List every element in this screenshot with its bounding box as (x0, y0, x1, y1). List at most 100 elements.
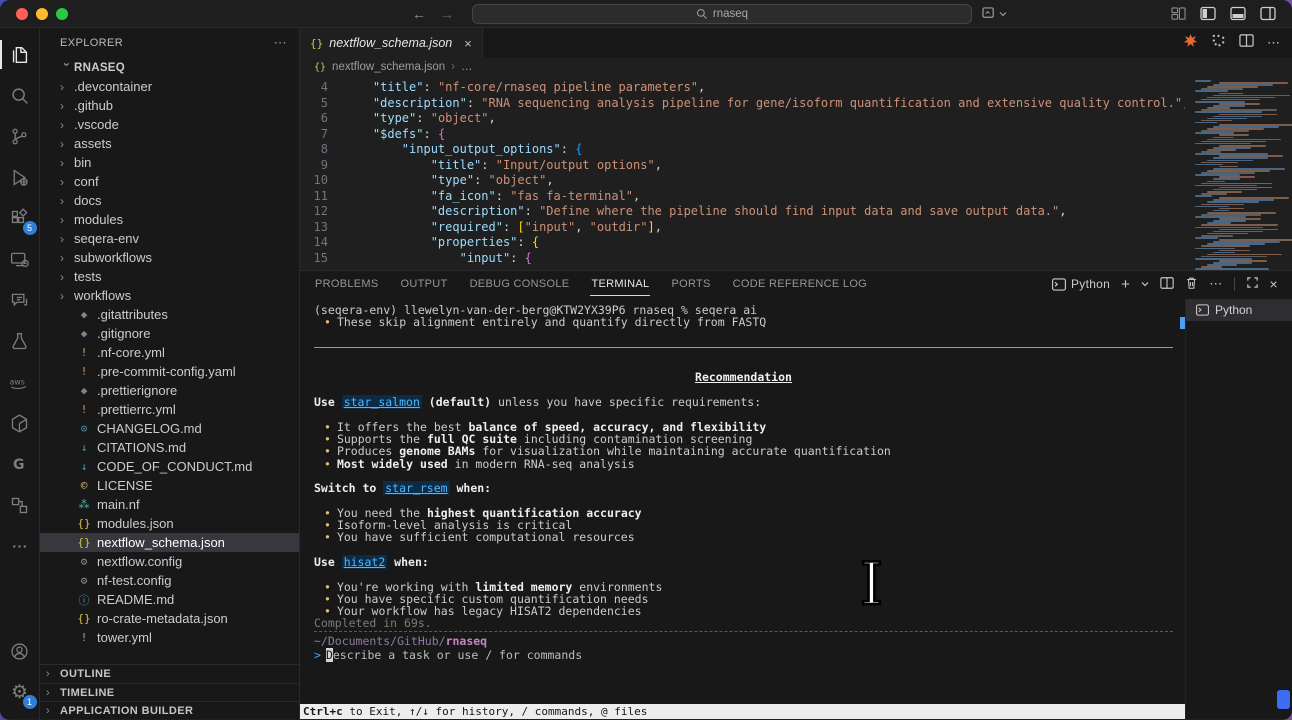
project-manager-icon[interactable] (0, 485, 40, 526)
panel-tab-code-reference-log[interactable]: CODE REFERENCE LOG (732, 273, 868, 295)
explorer-icon[interactable] (0, 34, 40, 75)
panel-tab-terminal[interactable]: TERMINAL (590, 273, 650, 296)
folder-row-tests[interactable]: ›tests (40, 267, 299, 286)
terminal-ai-input[interactable]: ~/Documents/GitHub/rnaseq >Describe a ta… (314, 631, 1173, 662)
nav-back-button[interactable]: ← (412, 6, 426, 22)
workspace-root-folder[interactable]: › RNASEQ (40, 58, 299, 77)
split-editor-icon[interactable] (1239, 33, 1254, 53)
file-row-nextflow_schema-json[interactable]: {}nextflow_schema.json (40, 533, 299, 552)
zoom-window-button[interactable] (56, 8, 68, 20)
file-row-nextflow-config[interactable]: ⚙nextflow.config (40, 552, 299, 571)
panel-tab-output[interactable]: OUTPUT (400, 273, 449, 295)
explorer-more-actions-icon[interactable]: ⋯ (274, 35, 287, 51)
terminal-list-item-python[interactable]: Python (1186, 299, 1292, 321)
more-icon[interactable] (0, 526, 40, 567)
toggle-secondary-sidebar-icon[interactable] (1260, 6, 1276, 21)
section-timeline[interactable]: ›TIMELINE (40, 683, 299, 701)
chat-icon[interactable] (0, 280, 40, 321)
file-row-tower-yml[interactable]: !tower.yml (40, 628, 299, 647)
file-row--pre-commit-config-yaml[interactable]: !.pre-commit-config.yaml (40, 362, 299, 381)
folder-row-docs[interactable]: ›docs (40, 191, 299, 210)
hexagon-icon[interactable] (0, 403, 40, 444)
file-row-main-nf[interactable]: ⁂main.nf (40, 495, 299, 514)
testing-icon[interactable] (0, 321, 40, 362)
section-application-builder[interactable]: ›APPLICATION BUILDER (40, 701, 299, 719)
aws-icon[interactable]: aws (0, 362, 40, 403)
folder-row--devcontainer[interactable]: ›.devcontainer (40, 77, 299, 96)
file-row-LICENSE[interactable]: ©LICENSE (40, 476, 299, 495)
folder-row--github[interactable]: ›.github (40, 96, 299, 115)
ai-prompt-line[interactable]: >Describe a task or use / for commands (314, 649, 1173, 661)
folder-row-conf[interactable]: ›conf (40, 172, 299, 191)
chevron-right-icon: › (60, 270, 74, 284)
folder-row-workflows[interactable]: ›workflows (40, 286, 299, 305)
folder-row-assets[interactable]: ›assets (40, 134, 299, 153)
command-center-search[interactable]: rnaseq (472, 4, 972, 24)
divider (1234, 277, 1235, 291)
file-row--prettierignore[interactable]: ◆.prettierignore (40, 381, 299, 400)
file-row-ro-crate-metadata-json[interactable]: {}ro-crate-metadata.json (40, 609, 299, 628)
file-row--gitattributes[interactable]: ◆.gitattributes (40, 305, 299, 324)
terminal-line (314, 329, 1173, 341)
kill-terminal-icon[interactable] (1185, 276, 1198, 293)
gitlens-icon[interactable]: G (0, 444, 40, 485)
file-row-modules-json[interactable]: {}modules.json (40, 514, 299, 533)
folder-row-bin[interactable]: ›bin (40, 153, 299, 172)
titlebar: ← → rnaseq (0, 0, 1292, 28)
toggle-primary-sidebar-icon[interactable] (1200, 6, 1216, 21)
new-terminal-icon[interactable]: + (1121, 276, 1130, 293)
close-tab-icon[interactable]: × (464, 36, 472, 51)
remote-explorer-icon[interactable] (0, 239, 40, 280)
toggle-panel-icon[interactable] (1230, 6, 1246, 21)
code-line: 15 "input": { (300, 251, 1185, 267)
terminal-line: •These skip alignment entirely and quant… (314, 316, 1173, 328)
file-row-nf-test-config[interactable]: ⚙nf-test.config (40, 571, 299, 590)
file-type-icon: ! (76, 346, 92, 359)
nf-core-extension-icon[interactable] (1183, 33, 1198, 53)
split-terminal-icon[interactable] (1160, 276, 1174, 293)
panel-more-actions-icon[interactable]: ⋯ (1209, 276, 1222, 292)
minimap[interactable] (1185, 76, 1292, 270)
section-outline[interactable]: ›OUTLINE (40, 665, 299, 683)
panel-tab-problems[interactable]: PROBLEMS (314, 273, 380, 295)
extensions-icon[interactable]: 5 (0, 198, 40, 239)
close-panel-icon[interactable]: × (1270, 276, 1278, 292)
organize-json-icon[interactable] (1211, 33, 1226, 53)
file-row-CHANGELOG-md[interactable]: ⊙CHANGELOG.md (40, 419, 299, 438)
folder-row-seqera-env[interactable]: ›seqera-env (40, 229, 299, 248)
terminal-line: •Most widely used in modern RNA-seq anal… (314, 458, 1173, 470)
code-editor[interactable]: 4 "title": "nf-core/rnaseq pipeline para… (300, 76, 1185, 270)
file-row-CODE_OF_CONDUCT-md[interactable]: ↓CODE_OF_CONDUCT.md (40, 457, 299, 476)
file-row-README-md[interactable]: ⓘREADME.md (40, 590, 299, 609)
customize-layout-icon[interactable] (1171, 6, 1186, 21)
run-debug-icon[interactable] (0, 157, 40, 198)
panel-tab-debug-console[interactable]: DEBUG CONSOLE (469, 273, 571, 295)
file-row-CITATIONS-md[interactable]: ↓CITATIONS.md (40, 438, 299, 457)
folder-row--vscode[interactable]: ›.vscode (40, 115, 299, 134)
terminal[interactable]: (seqera-env) llewelyn-van-der-berg@KTW2Y… (300, 297, 1185, 719)
terminal-dropdown-icon[interactable] (1141, 277, 1149, 291)
active-shell-label[interactable]: Python (1052, 277, 1110, 291)
tab-nextflow-schema[interactable]: {} nextflow_schema.json × (300, 28, 483, 58)
accounts-icon[interactable] (0, 631, 40, 672)
svg-text:aws: aws (9, 377, 24, 386)
folder-row-modules[interactable]: ›modules (40, 210, 299, 229)
panel-tab-ports[interactable]: PORTS (670, 273, 711, 295)
nav-forward-button[interactable]: → (440, 6, 454, 22)
minimize-window-button[interactable] (36, 8, 48, 20)
maximize-panel-icon[interactable] (1246, 276, 1259, 292)
terminal-line: •You have sufficient computational resou… (314, 531, 1173, 543)
breadcrumb[interactable]: {} nextflow_schema.json › … (300, 58, 1292, 76)
layout-control-button[interactable] (982, 7, 1007, 20)
close-window-button[interactable] (16, 8, 28, 20)
search-icon[interactable] (0, 75, 40, 116)
editor-more-actions-icon[interactable]: ⋯ (1267, 35, 1280, 51)
file-row--gitignore[interactable]: ◆.gitignore (40, 324, 299, 343)
source-control-icon[interactable] (0, 116, 40, 157)
file-row--nf-core-yml[interactable]: !.nf-core.yml (40, 343, 299, 362)
file-row--prettierrc-yml[interactable]: !.prettierrc.yml (40, 400, 299, 419)
folder-row-subworkflows[interactable]: ›subworkflows (40, 248, 299, 267)
file-type-icon: ◆ (76, 308, 92, 321)
settings-icon[interactable]: ⚙1 (0, 672, 40, 713)
terminal-line: Recommendation (314, 371, 1173, 383)
